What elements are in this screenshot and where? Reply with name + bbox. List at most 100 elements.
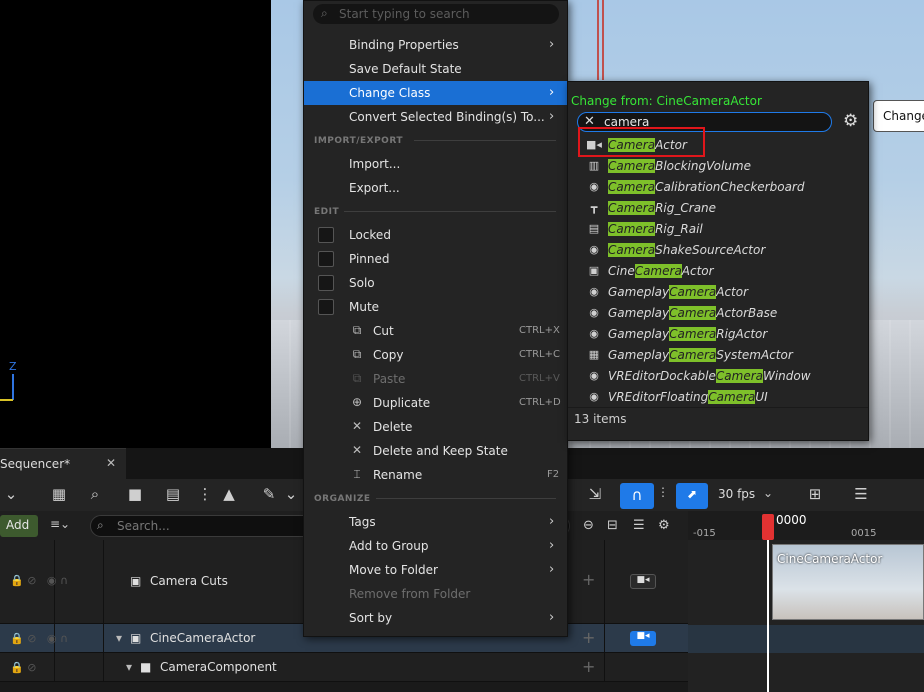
menu-item-mute[interactable]: Mute — [304, 295, 569, 319]
menu-item-copy[interactable]: ⧉ Copy CTRL+C — [304, 343, 569, 367]
left-viewport[interactable]: Z — [0, 0, 271, 448]
curve-editor-icon[interactable]: ⊞ — [804, 485, 826, 505]
gear-icon[interactable]: ⚙ — [658, 518, 670, 533]
class-item[interactable]: ▤ CameraRig_Rail — [568, 219, 868, 240]
menu-item-add-to-group[interactable]: Add to Group › — [304, 534, 569, 558]
class-item-label: CameraShakeSourceActor — [608, 243, 765, 257]
auto-scroll-button[interactable]: ⬈ — [676, 483, 708, 509]
menu-item-sort-by[interactable]: Sort by › — [304, 606, 569, 630]
change-button[interactable]: Change — [873, 100, 924, 132]
checkbox[interactable] — [318, 275, 334, 291]
search-icon: ⌕ — [321, 6, 328, 20]
more-icon[interactable]: ⋮ — [194, 485, 216, 505]
menu-item-convert-bindings[interactable]: Convert Selected Binding(s) To... › — [304, 105, 569, 129]
class-item[interactable]: ◉ GameplayCameraRigActor — [568, 324, 868, 345]
filter-icon[interactable]: ≡⌄ — [50, 517, 70, 531]
search-match-highlight: Camera — [608, 159, 656, 173]
track-row-camera-component[interactable]: 🔒 ⊘ ▾ ■ CameraComponent + — [0, 653, 688, 682]
fps-dropdown[interactable]: 30 fps — [718, 487, 755, 501]
lock-icon[interactable]: 🔒 ⊘ ◉ ∩ — [10, 574, 68, 587]
class-item[interactable]: ◉ VREditorDockableCameraWindow — [568, 366, 868, 387]
add-key-icon[interactable]: + — [582, 628, 595, 647]
class-item[interactable]: ◉ GameplayCameraActorBase — [568, 303, 868, 324]
timeline-row-selected — [688, 625, 924, 653]
camera-lock-cell: ■◂ — [604, 540, 688, 623]
render-icon[interactable]: ▦ — [48, 485, 70, 505]
search-match-highlight: Camera — [608, 222, 656, 236]
more-icon[interactable]: ⋮ — [657, 485, 669, 499]
class-item-label: CameraRig_Crane — [608, 201, 716, 215]
class-item-label: CameraCalibrationCheckerboard — [608, 180, 804, 194]
chevron-down-icon[interactable]: ⌄ — [0, 485, 22, 505]
checkbox[interactable] — [318, 227, 334, 243]
menu-item-locked[interactable]: Locked — [304, 223, 569, 247]
list-icon[interactable]: ☰ — [633, 518, 645, 533]
browse-icon[interactable]: ⌕ — [84, 485, 106, 505]
menu-item-label: Solo — [349, 276, 375, 290]
checkbox[interactable] — [318, 251, 334, 267]
menu-item-move-to-folder[interactable]: Move to Folder › — [304, 558, 569, 582]
expand-icon[interactable]: ⊟ — [607, 518, 618, 533]
clapper-icon[interactable]: ▤ — [162, 485, 184, 505]
add-key-icon[interactable]: + — [582, 570, 595, 589]
menu-item-cut[interactable]: ⧉ Cut CTRL+X — [304, 319, 569, 343]
menu-item-rename[interactable]: ⌶ Rename F2 — [304, 463, 569, 487]
add-key-icon[interactable]: + — [582, 657, 595, 676]
add-track-button[interactable]: Add — [0, 515, 38, 537]
wrench-icon[interactable]: ✎ — [258, 485, 280, 505]
class-item[interactable]: ▦ GameplayCameraSystemActor — [568, 345, 868, 366]
lock-icon[interactable]: 🔒 ⊘ ◉ ∩ — [10, 632, 68, 645]
lock-icon[interactable]: 🔒 ⊘ — [10, 661, 36, 674]
menu-item-save-default-state[interactable]: Save Default State — [304, 57, 569, 81]
chart-icon[interactable]: ▲ — [218, 485, 240, 505]
select-tool-icon[interactable]: ⇲ — [584, 485, 606, 505]
camera-lock-icon[interactable]: ■◂ — [630, 631, 656, 646]
menu-search-input[interactable]: Start typing to search — [313, 4, 559, 24]
menu-item-duplicate[interactable]: ⊕ Duplicate CTRL+D — [304, 391, 569, 415]
menu-item-change-class[interactable]: Change Class › — [304, 81, 569, 105]
class-item[interactable]: ◉ CameraCalibrationCheckerboard — [568, 177, 868, 198]
camera-icon[interactable]: ■ — [124, 485, 146, 505]
chevron-down-icon[interactable]: ⌄ — [763, 486, 773, 500]
menu-item-delete[interactable]: ✕ Delete — [304, 415, 569, 439]
menu-item-tags[interactable]: Tags › — [304, 510, 569, 534]
menu-item-solo[interactable]: Solo — [304, 271, 569, 295]
class-item-label: VREditorFloatingCameraUI — [608, 390, 768, 404]
menu-item-import[interactable]: Import... — [304, 152, 569, 176]
class-item[interactable]: ◉ VREditorFloatingCameraUI — [568, 387, 868, 408]
class-item[interactable]: ▥ CameraBlockingVolume — [568, 156, 868, 177]
expand-arrow-icon[interactable]: ▾ — [116, 631, 122, 645]
timeline-ruler[interactable]: -015 0000 0015 — [688, 511, 924, 541]
expand-arrow-icon[interactable]: ▾ — [126, 660, 132, 674]
axis-gizmo: Z — [0, 360, 17, 401]
snap-magnet-button[interactable]: ∩ — [620, 483, 654, 509]
submenu-arrow-icon: › — [549, 562, 555, 577]
current-frame-label: 0000 — [776, 513, 807, 527]
camera-lock-icon[interactable]: ■◂ — [630, 574, 656, 589]
shortcut-label: CTRL+X — [519, 325, 560, 336]
tree-icon[interactable]: ☰ — [850, 485, 872, 505]
menu-item-binding-properties[interactable]: Binding Properties › — [304, 33, 569, 57]
class-item[interactable]: ┳ CameraRig_Crane — [568, 198, 868, 219]
chevron-down-icon[interactable]: ⌄ — [280, 485, 302, 505]
class-item[interactable]: ◉ GameplayCameraActor — [568, 282, 868, 303]
submenu-arrow-icon: › — [549, 538, 555, 553]
checkbox[interactable] — [318, 299, 334, 315]
submenu-arrow-icon: › — [549, 85, 555, 100]
close-icon[interactable]: ✕ — [106, 456, 116, 470]
menu-item-export[interactable]: Export... — [304, 176, 569, 200]
class-name-suffix: Rig_Crane — [655, 201, 717, 215]
actor-icon: ◉ — [589, 369, 599, 382]
menu-item-pinned[interactable]: Pinned — [304, 247, 569, 271]
menu-item-label: Pinned — [349, 252, 390, 266]
menu-item-delete-keep-state[interactable]: ✕ Delete and Keep State — [304, 439, 569, 463]
track-gutter: 🔒 ⊘ ◉ ∩ — [0, 540, 104, 623]
playhead-handle[interactable] — [762, 514, 774, 540]
class-item[interactable]: ▣ CineCameraActor — [568, 261, 868, 282]
section-header-edit: EDIT — [314, 207, 340, 217]
gear-icon[interactable]: ⚙ — [843, 111, 858, 131]
menu-item-label: Change Class — [349, 86, 431, 100]
class-item[interactable]: ◉ CameraShakeSourceActor — [568, 240, 868, 261]
actor-icon: ◉ — [589, 180, 599, 193]
collapse-icon[interactable]: ⊖ — [583, 518, 594, 533]
